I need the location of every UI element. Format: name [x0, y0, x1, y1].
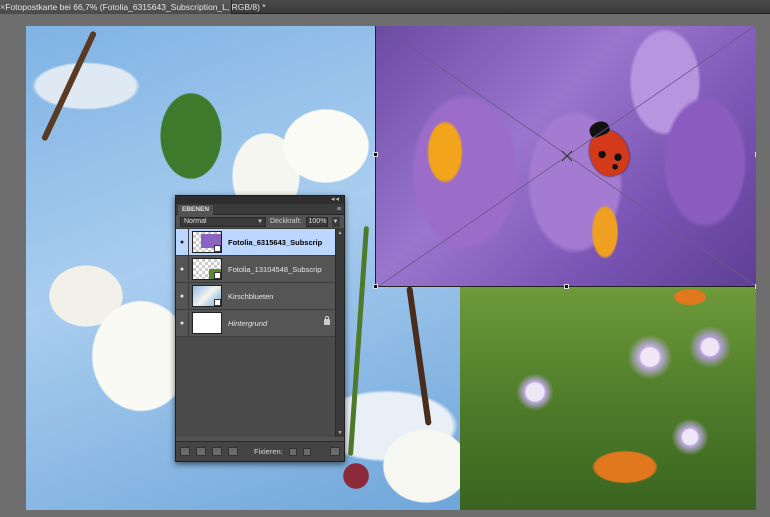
scroll-down-icon[interactable]: ▼	[336, 429, 344, 437]
smart-object-icon	[214, 272, 221, 279]
lock-all-icon[interactable]	[302, 447, 311, 456]
layer-row[interactable]: ● Hintergrund	[176, 309, 336, 337]
layer-row[interactable]: ● Kirschblueten	[176, 282, 336, 310]
stem-decoration	[347, 226, 370, 456]
transform-handle-bottom-left[interactable]	[373, 284, 378, 289]
layer-name[interactable]: Fotolia_13104548_Subscriptio...	[228, 265, 322, 274]
adjustment-layer-icon[interactable]	[212, 447, 222, 456]
layer-thumbnail	[192, 231, 222, 253]
panel-titlebar[interactable]: ◂◂	[176, 196, 344, 204]
lock-transparency-icon[interactable]	[288, 447, 297, 456]
trash-icon[interactable]	[330, 447, 340, 456]
layers-panel[interactable]: ◂◂ EBENEN ≡ Normal ▼ Deckkraft: 100% ▼ ●…	[175, 195, 345, 462]
transform-handle-bottom[interactable]	[564, 284, 569, 289]
transform-handle-right[interactable]	[755, 152, 756, 157]
eye-icon: ●	[179, 238, 185, 246]
document-tab-title: Fotopostkarte bei 66,7% (Fotolia_6315643…	[5, 2, 266, 12]
visibility-toggle[interactable]: ●	[176, 309, 189, 337]
transform-handle-left[interactable]	[373, 152, 378, 157]
layer-row[interactable]: ● Fotolia_13104548_Subscriptio...	[176, 255, 336, 283]
smart-object-icon	[214, 245, 221, 252]
panel-footer: Fixieren:	[176, 441, 344, 461]
smart-object-icon	[214, 299, 221, 306]
visibility-toggle[interactable]: ●	[176, 255, 189, 283]
new-layer-icon[interactable]	[180, 447, 190, 456]
panel-tab-row: EBENEN ≡	[176, 204, 344, 215]
document-tab-bar: × Fotopostkarte bei 66,7% (Fotolia_63156…	[0, 0, 770, 14]
eye-icon: ●	[179, 265, 185, 273]
panel-menu-icon[interactable]: ≡	[337, 204, 341, 215]
layers-scrollbar[interactable]: ▲ ▼	[335, 229, 344, 437]
document-tab[interactable]: × Fotopostkarte bei 66,7% (Fotolia_63156…	[0, 0, 266, 14]
chevron-down-icon: ▼	[257, 218, 263, 225]
branch-decoration	[40, 30, 98, 142]
opacity-input[interactable]: 100%	[305, 216, 328, 227]
eye-icon: ●	[179, 292, 185, 300]
visibility-toggle[interactable]: ●	[176, 282, 189, 310]
eye-icon: ●	[179, 319, 185, 327]
collapse-panel-icon[interactable]: ◂◂	[331, 196, 340, 204]
layer-mask-icon[interactable]	[228, 447, 238, 456]
transform-bounding-box[interactable]	[373, 26, 756, 289]
layers-list: ● Fotolia_6315643_Subscripti... ● Fotoli…	[176, 228, 344, 437]
document-canvas[interactable]	[26, 26, 756, 510]
layer-name[interactable]: Hintergrund	[228, 319, 322, 328]
new-group-icon[interactable]	[196, 447, 206, 456]
lock-icon	[324, 316, 330, 325]
layer-name[interactable]: Kirschblueten	[228, 292, 322, 301]
blend-mode-select[interactable]: Normal ▼	[180, 216, 266, 227]
lock-label: Fixieren:	[254, 447, 283, 456]
opacity-label: Deckkraft:	[270, 218, 302, 225]
blend-mode-value: Normal	[184, 217, 207, 225]
layer-row[interactable]: ● Fotolia_6315643_Subscripti...	[176, 228, 336, 256]
visibility-toggle[interactable]: ●	[176, 228, 189, 256]
transform-diagonals	[376, 26, 756, 288]
layer-options-row: Normal ▼ Deckkraft: 100% ▼	[176, 215, 344, 229]
branch-decoration-2	[406, 286, 432, 426]
tab-layers[interactable]: EBENEN	[178, 205, 214, 215]
layer-thumbnail	[192, 258, 222, 280]
layer-name[interactable]: Fotolia_6315643_Subscripti...	[228, 238, 322, 247]
scroll-up-icon[interactable]: ▲	[336, 229, 344, 237]
meadow-butterflies-image[interactable]	[460, 287, 756, 510]
opacity-dropdown-icon[interactable]: ▼	[331, 216, 340, 227]
layer-thumbnail	[192, 285, 222, 307]
transform-handle-bottom-right[interactable]	[755, 284, 756, 289]
layer-thumbnail	[192, 312, 222, 334]
